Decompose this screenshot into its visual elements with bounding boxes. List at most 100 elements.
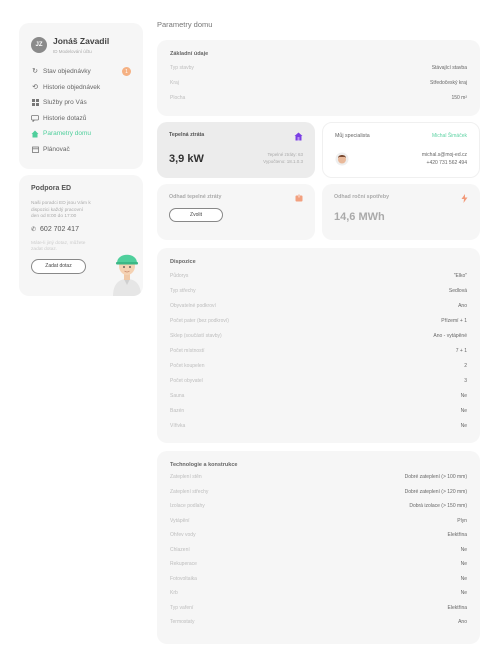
row-value: Stávající stavba xyxy=(431,64,467,71)
info-row: Rekuperace Ne xyxy=(170,557,467,572)
heat-estimate-title: Odhad tepelné ztráty xyxy=(169,194,222,200)
user-name: Jonáš Zavadil xyxy=(53,36,110,46)
info-row: Počet koupelen 2 xyxy=(170,358,467,373)
sidebar: JZ Jonáš Zavadil ID Modelování účtu ↻ St… xyxy=(19,23,143,296)
info-row: Termostaty Ano xyxy=(170,615,467,630)
account-card: JZ Jonáš Zavadil ID Modelování účtu ↻ St… xyxy=(19,23,143,169)
technology-panel: Technologie a konstrukce Zateplení stěn D… xyxy=(157,451,480,644)
specialist-phone[interactable]: +420 731 562 494 xyxy=(422,159,467,167)
section-title: Technologie a konstrukce xyxy=(170,462,238,468)
grid-icon xyxy=(31,99,39,107)
specialist-avatar xyxy=(335,152,349,166)
row-label: Vytápění xyxy=(170,517,190,524)
info-row: Izolace podlahy Dobrá izolace (> 150 mm) xyxy=(170,499,467,514)
heat-loss-card[interactable]: Tepelná ztráta 3,9 kW Tepelné ztráty: 63… xyxy=(157,122,315,178)
row-label: Termostaty xyxy=(170,619,195,626)
row-value: Ne xyxy=(460,590,467,597)
row-label: Bazén xyxy=(170,407,185,414)
info-row: Bazén Ne xyxy=(170,403,467,418)
support-text: Naši poradci ED jsou Vám k dispozici kaž… xyxy=(31,201,91,219)
box-icon xyxy=(295,194,303,204)
info-row: Počet pater (bez podkroví) Přízemí + 1 xyxy=(170,313,467,328)
page-title: Parametry domu xyxy=(157,20,213,29)
info-row: Ohřev vody Elektřina xyxy=(170,528,467,543)
row-value: Ano xyxy=(458,302,467,309)
notification-badge: 1 xyxy=(122,67,131,76)
info-row: Obyvatelné podkroví Ano xyxy=(170,298,467,313)
disposition-panel: Dispozice Půdorys "Elko" Typ střechy Sedlov… xyxy=(157,248,480,443)
support-worker-illustration xyxy=(113,254,141,296)
row-label: Fotovoltaika xyxy=(170,575,197,582)
row-value: Středočeský kraj xyxy=(430,79,467,86)
section-title: Dispozice xyxy=(170,259,196,265)
row-label: Ohřev vody xyxy=(170,532,196,539)
consumption-card: Odhad roční spotřeby 14,6 MWh xyxy=(322,184,480,240)
ask-question-button[interactable]: Zadat dotaz xyxy=(31,258,86,274)
row-value: Ne xyxy=(460,392,467,399)
info-row: Krb Ne xyxy=(170,586,467,601)
specialist-email[interactable]: michal.s@moj-ed.cz xyxy=(422,151,467,159)
info-row: Typ stavby Stávající stavba xyxy=(170,60,467,75)
row-label: Izolace podlahy xyxy=(170,503,205,510)
support-card: Podpora ED Naši poradci ED jsou Vám k di… xyxy=(19,175,143,296)
row-label: Zateplení stěn xyxy=(170,474,202,481)
estimate-row: Odhad tepelné ztráty Zvolit Odhad roční … xyxy=(157,184,480,240)
info-row: Sklep (součástí stavby) Ano - vytápěné xyxy=(170,328,467,343)
sidebar-nav: ↻ Stav objednávky 1 ⟲ Historie objednáve… xyxy=(31,66,131,155)
row-value: 3 xyxy=(464,377,467,384)
row-value: Dobrá izolace (> 150 mm) xyxy=(409,503,467,510)
sidebar-item-order-history[interactable]: ⟲ Historie objednávek xyxy=(31,82,131,93)
info-row: Typ střechy Sedlová xyxy=(170,283,467,298)
sidebar-item-order-status[interactable]: ↻ Stav objednávky 1 xyxy=(31,66,131,77)
heat-loss-date: Vypočteno: 18.1.0.3 xyxy=(263,158,303,164)
row-value: Dobré zateplení (> 100 mm) xyxy=(404,474,467,481)
lightning-icon xyxy=(461,194,468,205)
row-value: 2 xyxy=(464,362,467,369)
row-value: Ne xyxy=(460,422,467,429)
sidebar-item-house-parameters[interactable]: Parametry domu xyxy=(31,128,131,139)
home-icon xyxy=(31,130,39,138)
row-label: Sauna xyxy=(170,392,185,399)
user-profile[interactable]: JZ Jonáš Zavadil ID Modelování účtu xyxy=(31,36,131,54)
phone-icon: ✆ xyxy=(31,226,37,233)
row-label: Počet místností xyxy=(170,347,205,354)
row-label: Kraj xyxy=(170,79,179,86)
heat-loss-value: 3,9 kW xyxy=(169,153,204,165)
row-label: Půdorys xyxy=(170,272,189,279)
row-value: Ne xyxy=(460,407,467,414)
row-value: Elektřina xyxy=(447,532,467,539)
basic-info-panel: Základní údaje Typ stavby Stávající stavb… xyxy=(157,40,480,116)
row-value: "Elko" xyxy=(453,272,467,279)
row-value: Sedlová xyxy=(448,287,467,294)
info-row: Vířivka Ne xyxy=(170,418,467,433)
row-label: Sklep (součástí stavby) xyxy=(170,332,222,339)
support-note: Máte-li jiný dotaz, můžete zadat dotaz. xyxy=(31,240,86,253)
row-label: Vířivka xyxy=(170,422,186,429)
chat-icon xyxy=(31,114,39,122)
sidebar-item-label: Historie dotazů xyxy=(43,114,87,122)
row-value: 150 m² xyxy=(451,94,467,101)
history-icon: ⟲ xyxy=(32,83,38,91)
info-row: Počet obyvatel 3 xyxy=(170,373,467,388)
row-label: Plocha xyxy=(170,94,186,101)
sidebar-item-planner[interactable]: Plánovač xyxy=(31,144,131,155)
refresh-icon: ↻ xyxy=(32,68,38,75)
specialist-name[interactable]: Michal Šimáček xyxy=(432,133,467,139)
row-label: Typ střechy xyxy=(170,287,196,294)
row-label: Počet obyvatel xyxy=(170,377,203,384)
support-title: Podpora ED xyxy=(31,185,72,192)
info-row: Kraj Středočeský kraj xyxy=(170,75,467,90)
sidebar-item-inquiry-history[interactable]: Historie dotazů xyxy=(31,113,131,124)
choose-button[interactable]: Zvolit xyxy=(169,208,223,222)
sidebar-item-services[interactable]: Služby pro Vás xyxy=(31,97,131,108)
row-value: Ne xyxy=(460,561,467,568)
consumption-value: 14,6 MWh xyxy=(334,211,385,223)
section-title: Základní údaje xyxy=(170,51,209,57)
row-value: Přízemí + 1 xyxy=(441,317,467,324)
support-phone[interactable]: ✆ 602 702 417 xyxy=(31,226,131,233)
info-row: Počet místností 7 + 1 xyxy=(170,343,467,358)
heat-estimate-card: Odhad tepelné ztráty Zvolit xyxy=(157,184,315,240)
row-value: Plyn xyxy=(457,517,467,524)
calendar-icon xyxy=(31,145,39,153)
row-value: Ano xyxy=(458,619,467,626)
